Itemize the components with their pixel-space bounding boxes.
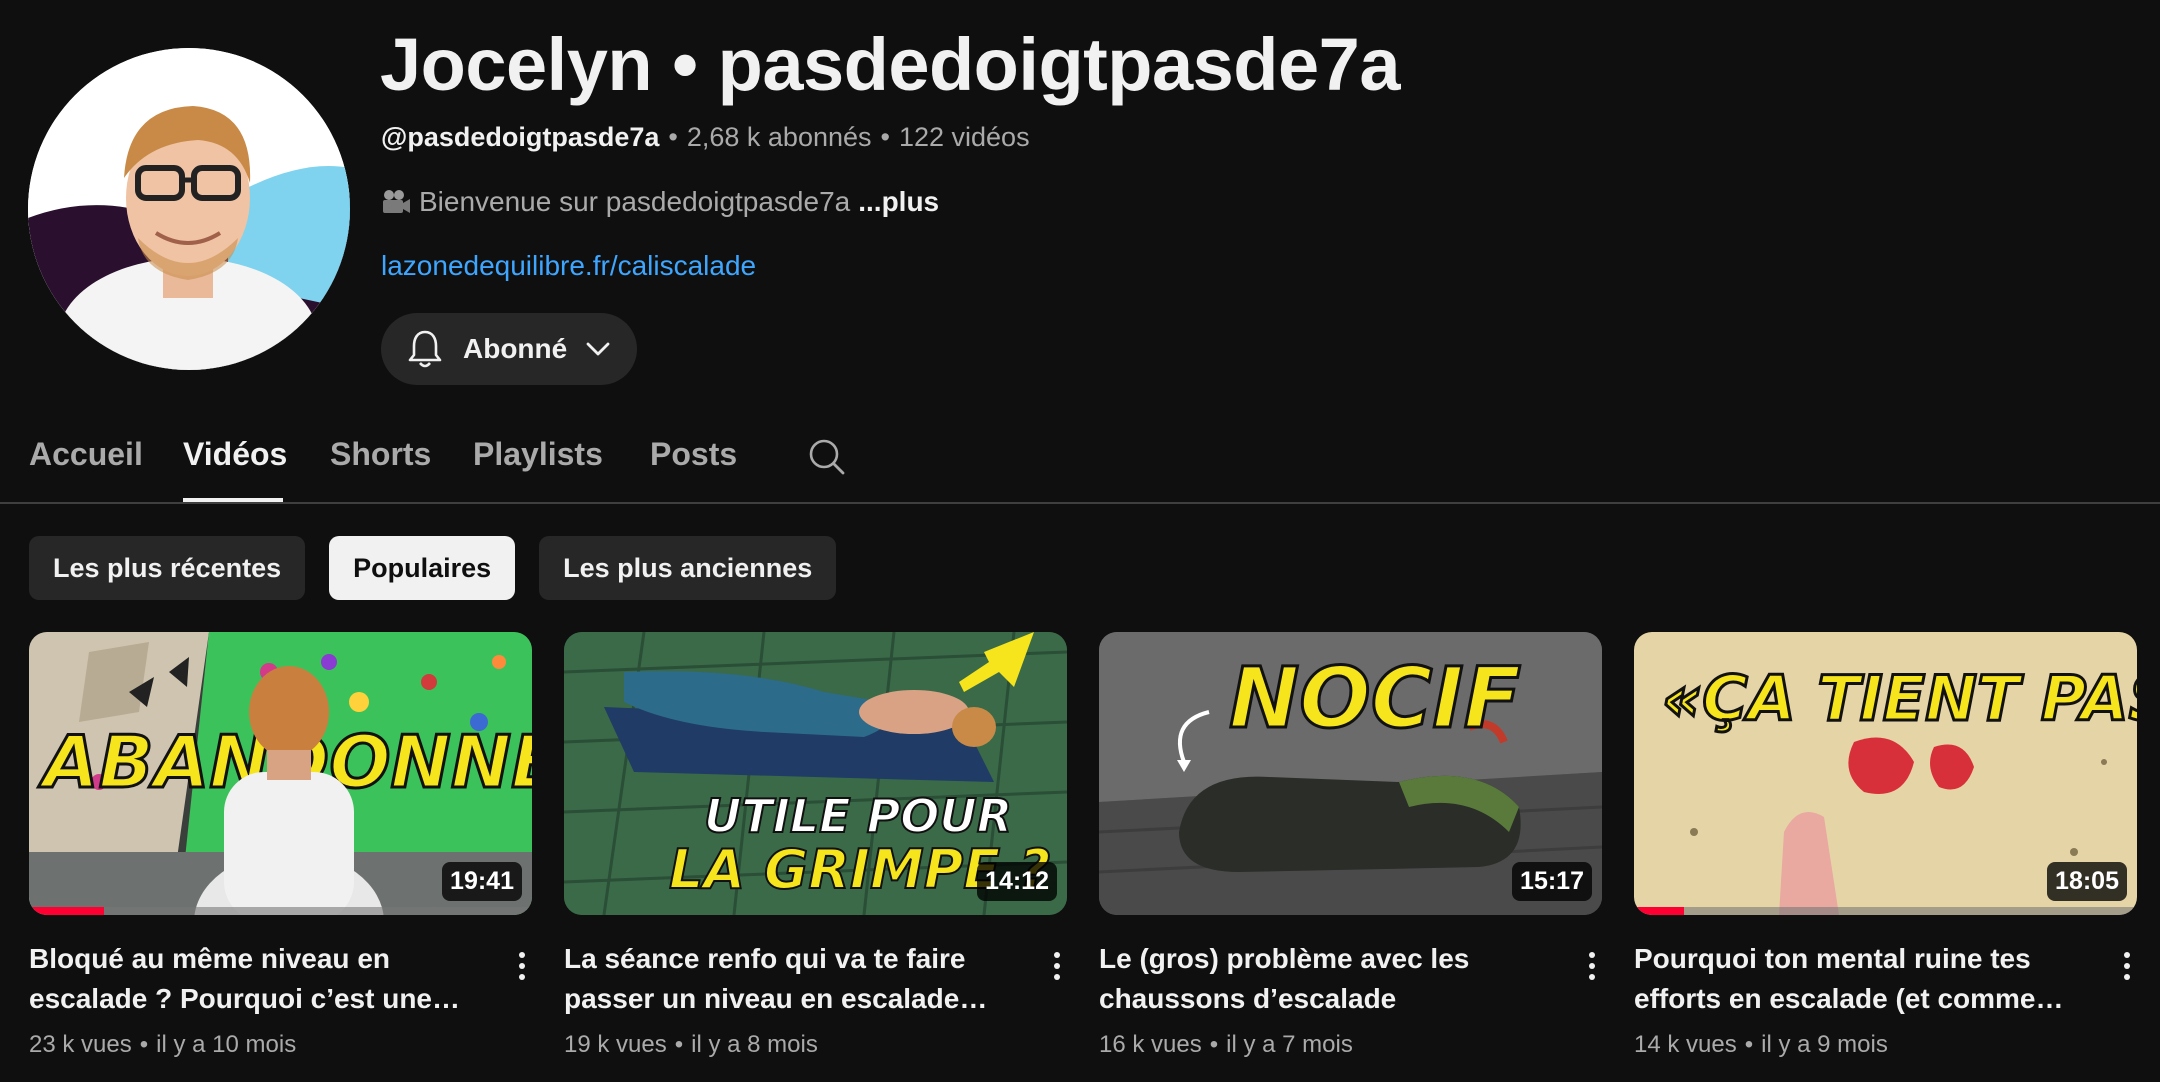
separator: •	[880, 122, 890, 152]
video-duration: 14:12	[977, 862, 1057, 901]
video-meta: 14 k vues • il y a 9 mois	[1634, 1031, 2137, 1059]
avatar-image	[28, 48, 350, 370]
video-thumbnail[interactable]: UTILE POUR LA GRIMPE ? 14:12	[564, 632, 1067, 915]
channel-meta: @pasdedoigtpasde7a • 2,68 k abonnés • 12…	[381, 122, 1030, 153]
video-count: 122 vidéos	[898, 122, 1030, 152]
more-link[interactable]: ...plus	[858, 186, 939, 218]
chevron-down-icon	[586, 342, 610, 356]
thumbnail-text: UTILE POUR	[704, 789, 1012, 843]
description-text: Bienvenue sur pasdedoigtpasde7a	[419, 186, 851, 217]
search-icon[interactable]	[806, 436, 846, 476]
video-meta: 19 k vues • il y a 8 mois	[564, 1031, 1067, 1059]
video-card: UTILE POUR LA GRIMPE ? 14:12 La séance r…	[564, 632, 1067, 1059]
chip-recent[interactable]: Les plus récentes	[29, 536, 306, 600]
tab-videos[interactable]: Vidéos	[183, 436, 287, 473]
more-vert-icon[interactable]	[1047, 944, 1067, 988]
video-age: il y a 10 mois	[156, 1031, 297, 1058]
video-card: ABANDONNER? 19:41 Bloqué au même niveau …	[29, 632, 532, 1059]
tab-shorts[interactable]: Shorts	[330, 436, 431, 473]
video-thumbnail[interactable]: «ÇA TIENT PAS» 18:05	[1634, 632, 2137, 915]
channel-avatar[interactable]	[28, 48, 350, 370]
video-meta: 23 k vues • il y a 10 mois	[29, 1031, 532, 1059]
video-duration: 19:41	[442, 862, 522, 901]
watch-progress-fill	[1634, 907, 1685, 915]
channel-handle: @pasdedoigtpasde7a	[381, 122, 660, 152]
video-views: 23 k vues	[29, 1031, 132, 1058]
channel-external-link[interactable]: lazonedequilibre.fr/caliscalade	[381, 250, 756, 282]
more-vert-icon[interactable]	[1582, 944, 1602, 988]
video-meta: 16 k vues • il y a 7 mois	[1099, 1031, 1602, 1059]
video-title[interactable]: Bloqué au même niveau en escalade ? Pour…	[29, 939, 469, 1019]
video-thumbnail[interactable]: ABANDONNER? 19:41	[29, 632, 532, 915]
watch-progress-bar	[1634, 907, 2137, 915]
more-vert-icon[interactable]	[2117, 944, 2137, 988]
chip-oldest[interactable]: Les plus anciennes	[539, 536, 837, 600]
channel-tabs: Accueil Vidéos Shorts Playlists Posts	[0, 420, 2160, 504]
more-vert-icon[interactable]	[512, 944, 532, 988]
subscribe-label: Abonné	[463, 333, 568, 364]
separator: •	[139, 1031, 149, 1058]
video-title[interactable]: Le (gros) problème avec les chaussons d’…	[1099, 939, 1539, 1019]
tab-posts[interactable]: Posts	[650, 436, 737, 473]
video-age: il y a 7 mois	[1226, 1031, 1353, 1058]
separator: •	[1209, 1031, 1219, 1058]
separator: •	[674, 1031, 684, 1058]
active-tab-indicator	[183, 498, 283, 502]
video-camera-icon	[383, 190, 410, 213]
video-title[interactable]: Pourquoi ton mental ruine tes efforts en…	[1634, 939, 2074, 1019]
chip-popular[interactable]: Populaires	[329, 536, 516, 600]
video-card: NOCIF 15:17 Le (gros) problème avec les …	[1099, 632, 1602, 1059]
sort-chips: Les plus récentes Populaires Les plus an…	[29, 536, 837, 600]
video-views: 14 k vues	[1634, 1031, 1737, 1058]
channel-title: Jocelyn • pasdedoigtpasde7a	[380, 23, 1400, 106]
thumbnail-text: «ÇA TIENT PAS»	[1662, 662, 2137, 735]
video-age: il y a 8 mois	[691, 1031, 818, 1058]
video-age: il y a 9 mois	[1761, 1031, 1888, 1058]
video-thumbnail[interactable]: NOCIF 15:17	[1099, 632, 1602, 915]
watch-progress-bar	[29, 907, 532, 915]
video-card: «ÇA TIENT PAS» 18:05 Pourquoi ton mental…	[1634, 632, 2137, 1059]
channel-description[interactable]: Bienvenue sur pasdedoigtpasde7a ...plus	[381, 186, 939, 218]
video-title[interactable]: La séance renfo qui va te faire passer u…	[564, 939, 1004, 1019]
video-views: 16 k vues	[1099, 1031, 1202, 1058]
video-duration: 15:17	[1512, 862, 1592, 901]
watch-progress-fill	[29, 907, 105, 915]
thumbnail-text: NOCIF	[1229, 649, 1521, 747]
separator: •	[668, 122, 678, 152]
bell-icon	[408, 330, 442, 368]
separator: •	[1744, 1031, 1754, 1058]
tab-playlists[interactable]: Playlists	[473, 436, 603, 473]
subscriber-count: 2,68 k abonnés	[686, 122, 872, 152]
subscribed-button[interactable]: Abonné	[381, 313, 637, 385]
tab-accueil[interactable]: Accueil	[29, 436, 143, 473]
video-duration: 18:05	[2047, 862, 2127, 901]
video-views: 19 k vues	[564, 1031, 667, 1058]
